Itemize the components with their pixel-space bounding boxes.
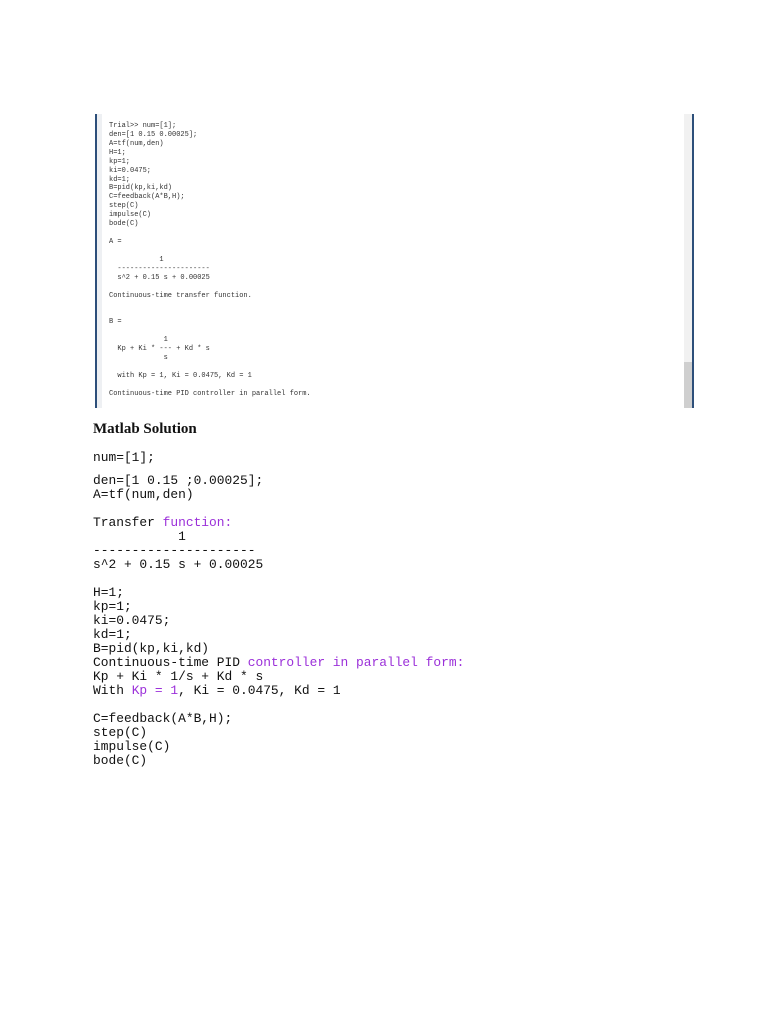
code-line: kd=1; bbox=[93, 628, 464, 642]
code-text: den=[1 0.15 ;0.00025]; bbox=[93, 473, 264, 488]
code-line: 1 bbox=[93, 530, 263, 544]
code-text: s^2 + 0.15 s + 0.00025 bbox=[93, 557, 264, 572]
code-line: B=pid(kp,ki,kd) bbox=[93, 642, 464, 656]
code-line: bode(C) bbox=[93, 754, 232, 768]
code-line: Transfer function: bbox=[93, 516, 263, 530]
code-text: Transfer bbox=[93, 515, 163, 530]
scrollbar-thumb[interactable] bbox=[684, 362, 692, 408]
console-line: H=1; bbox=[109, 148, 126, 157]
matlab-console-screenshot: Trial>> num=[1]; den=[1 0.15 0.00025]; A=t… bbox=[95, 114, 697, 408]
console-line: B=pid(kp,ki,kd) bbox=[109, 184, 173, 193]
code-block-num: num=[1]; bbox=[93, 451, 155, 465]
code-text: C=feedback(A*B,H); bbox=[93, 711, 233, 726]
code-line: Continuous-time PID controller in parall… bbox=[93, 656, 464, 670]
console-line: Continuous-time transfer function. bbox=[109, 291, 252, 300]
console-line: Continuous-time PID controller in parall… bbox=[109, 389, 311, 398]
console-line: den=[1 0.15 0.00025]; bbox=[109, 130, 198, 139]
code-line: impulse(C) bbox=[93, 740, 232, 754]
code-line: num=[1]; bbox=[93, 451, 155, 465]
code-line: With Kp = 1, Ki = 0.0475, Kd = 1 bbox=[93, 684, 464, 698]
code-text: 1 bbox=[93, 529, 186, 544]
code-text: kp=1; bbox=[93, 599, 132, 614]
code-line: ki=0.0475; bbox=[93, 614, 464, 628]
console-line: kp=1; bbox=[109, 157, 131, 166]
code-line: step(C) bbox=[93, 726, 232, 740]
code-text: A=tf(num,den) bbox=[93, 487, 194, 502]
code-line: A=tf(num,den) bbox=[93, 488, 263, 502]
console-output: Trial>> num=[1]; den=[1 0.15 0.00025]; A=t… bbox=[109, 122, 311, 399]
code-line: C=feedback(A*B,H); bbox=[93, 712, 232, 726]
code-line: den=[1 0.15 ;0.00025]; bbox=[93, 474, 263, 488]
section-heading: Matlab Solution bbox=[93, 421, 197, 437]
code-text: With bbox=[93, 683, 132, 698]
code-text: bode(C) bbox=[93, 753, 148, 768]
highlighted-code-text: function: bbox=[162, 515, 233, 530]
code-text: --------------------- bbox=[93, 543, 256, 558]
code-line: Kp + Ki * 1/s + Kd * s bbox=[93, 670, 464, 684]
code-text: impulse(C) bbox=[93, 739, 171, 754]
console-line: kd=1; bbox=[109, 175, 131, 184]
code-text: step(C) bbox=[93, 725, 148, 740]
code-text: Continuous-time PID bbox=[93, 655, 248, 670]
console-line: A=tf(num,den) bbox=[109, 139, 164, 148]
window-border-right bbox=[692, 114, 694, 408]
code-line: kp=1; bbox=[93, 600, 464, 614]
console-line: Trial>> num=[1]; bbox=[109, 122, 177, 130]
console-line: C=feedback(A*B,H); bbox=[109, 193, 185, 202]
highlighted-code-text: Kp = 1 bbox=[131, 683, 179, 698]
code-text: Kp + Ki * 1/s + Kd * s bbox=[93, 669, 264, 684]
code-line: --------------------- bbox=[93, 544, 263, 558]
code-text: kd=1; bbox=[93, 627, 132, 642]
console-line: Kp + Ki * --- + Kd * s bbox=[109, 345, 210, 354]
code-text: B=pid(kp,ki,kd) bbox=[93, 641, 210, 656]
highlighted-code-text: controller in parallel form: bbox=[247, 655, 465, 670]
console-line: bode(C) bbox=[109, 220, 139, 229]
code-line: H=1; bbox=[93, 586, 464, 600]
console-line: impulse(C) bbox=[109, 211, 152, 220]
console-line: with Kp = 1, Ki = 0.0475, Kd = 1 bbox=[109, 371, 252, 380]
code-text: ki=0.0475; bbox=[93, 613, 171, 628]
code-block-transfer-output: Transfer function: 1 --------------------… bbox=[93, 516, 263, 572]
console-line: B = bbox=[109, 318, 122, 327]
console-line: step(C) bbox=[109, 202, 139, 211]
console-line: 1 bbox=[109, 255, 164, 264]
code-block-feedback: C=feedback(A*B,H); step(C) impulse(C) bode(… bbox=[93, 712, 232, 768]
code-block-transfer-def: den=[1 0.15 ;0.00025]; A=tf(num,den) bbox=[93, 474, 263, 502]
console-line: s bbox=[109, 353, 168, 362]
console-line: ---------------------- bbox=[109, 264, 210, 273]
console-gutter bbox=[97, 114, 102, 408]
code-text: , Ki = 0.0475, Kd = 1 bbox=[178, 683, 341, 698]
console-line: ki=0.0475; bbox=[109, 166, 152, 175]
code-line: s^2 + 0.15 s + 0.00025 bbox=[93, 558, 263, 572]
code-block-pid: H=1; kp=1; ki=0.0475; kd=1; B=pid(kp,ki,kd) C… bbox=[93, 586, 464, 698]
console-line: s^2 + 0.15 s + 0.00025 bbox=[109, 273, 210, 282]
code-text: H=1; bbox=[93, 585, 124, 600]
code-text: num=[1]; bbox=[93, 450, 155, 465]
console-line: A = bbox=[109, 237, 122, 246]
console-line: 1 bbox=[109, 336, 168, 345]
